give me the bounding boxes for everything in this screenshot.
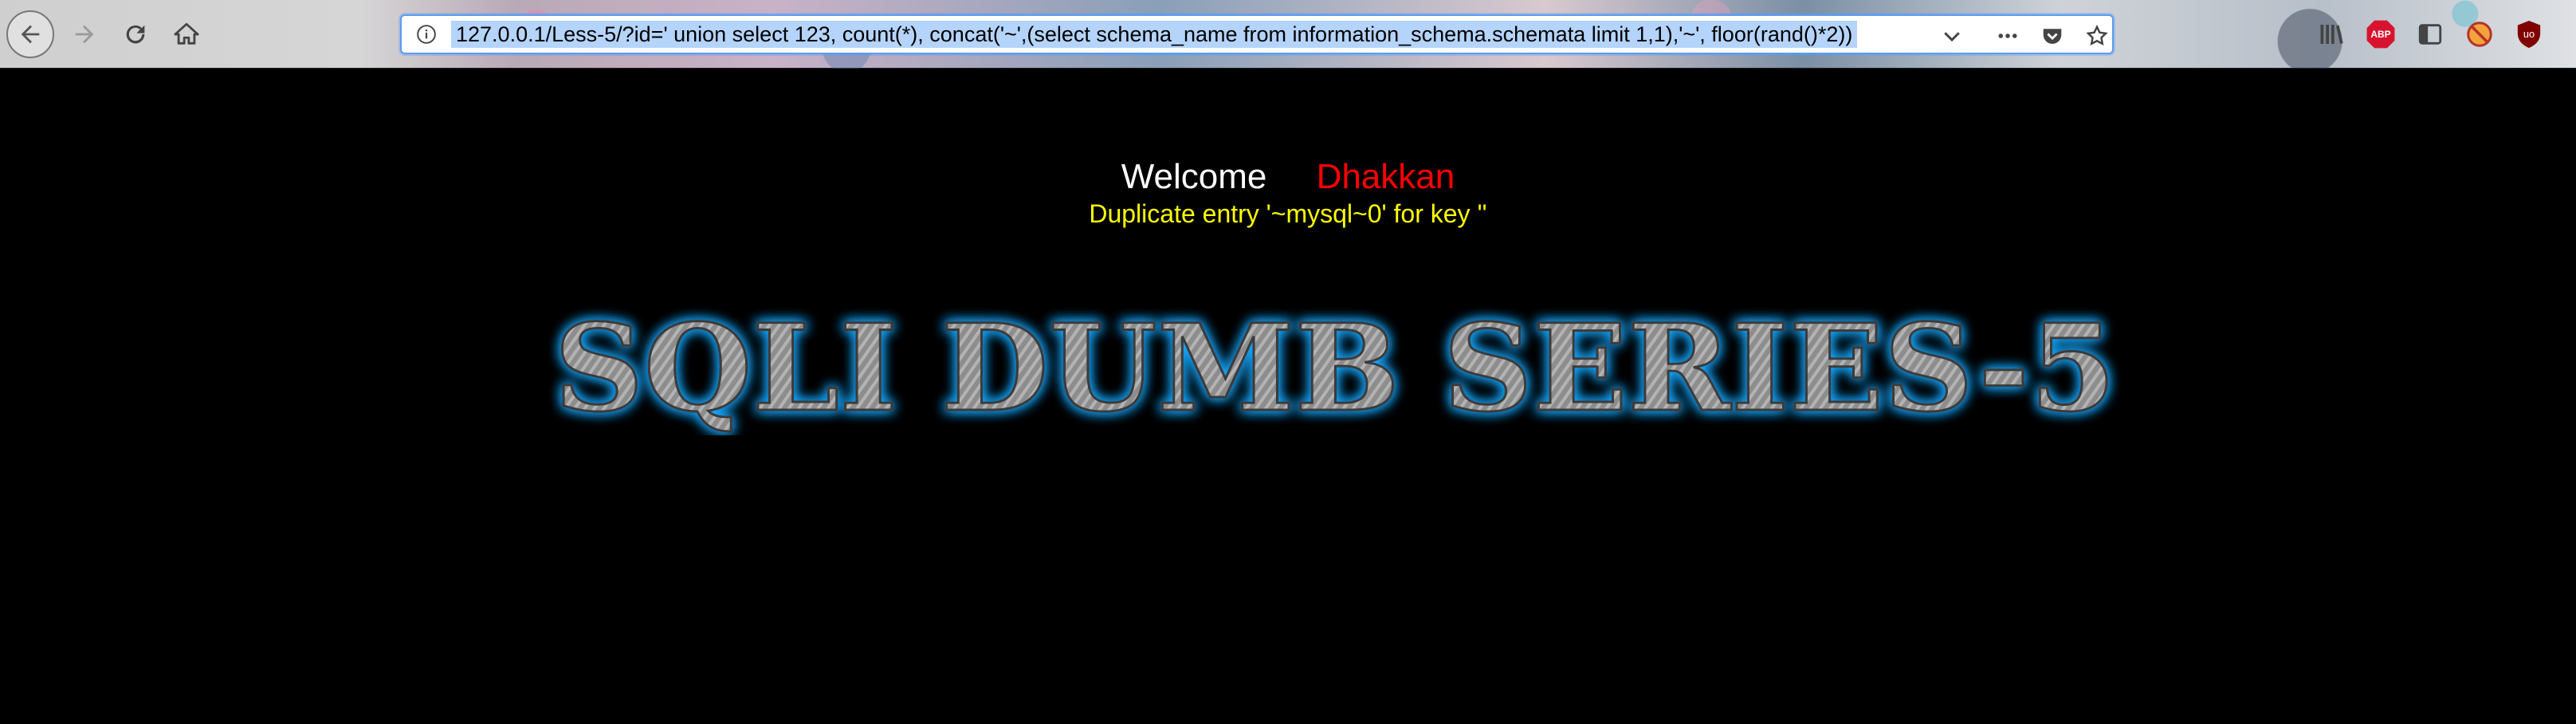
abp-label: ABP bbox=[2370, 29, 2391, 40]
sidebar-icon bbox=[2418, 24, 2442, 45]
url-bar[interactable]: 127.0.0.1/Less-5/?id=' union select 123,… bbox=[400, 14, 2114, 54]
home-icon bbox=[174, 22, 199, 45]
user-name: Dhakkan bbox=[1316, 157, 1455, 196]
forward-arrow-icon bbox=[75, 25, 94, 44]
forward-button[interactable] bbox=[61, 10, 108, 58]
info-icon[interactable] bbox=[416, 24, 437, 45]
back-arrow-icon bbox=[21, 25, 40, 44]
chevron-down-icon[interactable] bbox=[1940, 24, 1964, 48]
back-button[interactable] bbox=[6, 10, 54, 58]
browser-toolbar: 127.0.0.1/Less-5/?id=' union select 123,… bbox=[0, 0, 2576, 69]
sql-error-message: Duplicate entry '~mysql~0' for key '' bbox=[1089, 199, 1487, 228]
url-input[interactable]: 127.0.0.1/Less-5/?id=' union select 123,… bbox=[451, 21, 1858, 48]
sidebar-button[interactable] bbox=[2413, 18, 2447, 51]
extension-button[interactable] bbox=[2463, 18, 2496, 51]
adblock-button[interactable]: ABP bbox=[2364, 18, 2397, 51]
banner-title-image: SQLI DUMB SERIES-5 bbox=[553, 300, 2118, 435]
welcome-line: Welcome Dhakkan bbox=[0, 156, 2576, 198]
svg-text:uo: uo bbox=[2523, 28, 2535, 40]
reload-icon bbox=[126, 25, 145, 44]
extension-icon bbox=[2467, 22, 2492, 47]
banner-title: SQLI DUMB SERIES-5 bbox=[554, 300, 2116, 435]
reload-button[interactable] bbox=[112, 10, 159, 58]
library-icon bbox=[2320, 25, 2343, 44]
star-icon[interactable] bbox=[2085, 24, 2109, 48]
page-content: Welcome Dhakkan Duplicate entry '~mysql~… bbox=[0, 69, 2576, 724]
library-button[interactable] bbox=[2315, 18, 2348, 51]
more-dots-icon[interactable] bbox=[1996, 24, 2020, 48]
welcome-label: Welcome bbox=[1121, 157, 1267, 196]
pocket-icon[interactable] bbox=[2040, 24, 2064, 48]
home-button[interactable] bbox=[163, 10, 210, 58]
ublock-button[interactable]: uo bbox=[2512, 18, 2546, 51]
ublock-icon: uo bbox=[2517, 21, 2541, 48]
